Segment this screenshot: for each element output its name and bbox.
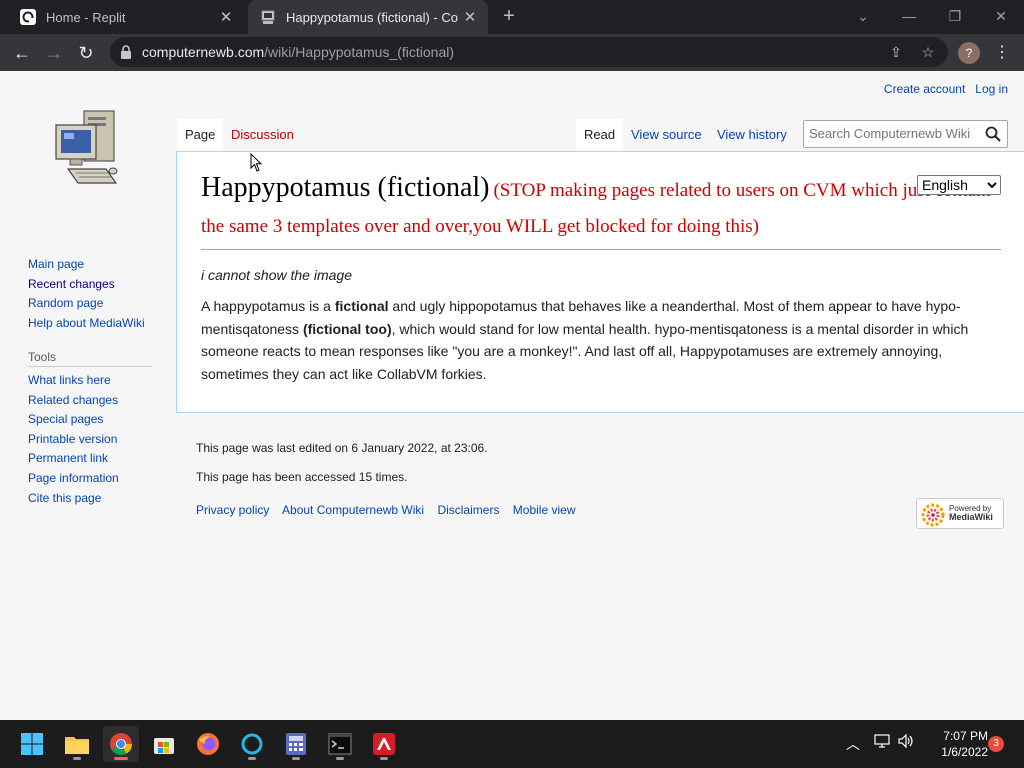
back-icon[interactable]: ← [8,39,36,67]
last-edited-text: This page was last edited on 6 January 2… [196,441,488,455]
running-indicator [248,757,256,760]
powered-by-text: Powered by MediaWiki [949,504,993,522]
running-indicator [380,757,388,760]
page-title: Happypotamus (fictional) [201,172,490,203]
bookmark-star-icon[interactable]: ☆ [918,42,938,62]
running-indicator [114,757,128,760]
sidebar-item-related-changes[interactable]: Related changes [28,391,152,411]
tab-home-replit[interactable]: Home - Replit ✕ [8,0,244,34]
footer-info: This page was last edited on 6 January 2… [196,441,488,499]
replit-icon [20,9,36,25]
file-explorer-icon[interactable] [59,726,95,762]
personal-tools: Create account Log in [874,82,1008,96]
lock-icon [120,45,132,64]
chrome-icon[interactable] [103,726,139,762]
body-text-1: A happypotamus is a [201,298,335,314]
tab-title: Happypotamus (fictional) - Comp [286,9,458,25]
url-text: computernewb.com/wiki/Happypotamus_(fict… [142,44,454,60]
privacy-policy-link[interactable]: Privacy policy [196,503,269,517]
start-icon[interactable] [14,726,50,762]
url-path: /wiki/Happypotamus_(fictional) [264,44,455,60]
browser-toolbar: ← → ↻ computernewb.com/wiki/Happypotamus… [0,34,1024,71]
profile-avatar[interactable]: ? [958,42,980,64]
tab-happypotamus[interactable]: Happypotamus (fictional) - Comp ✕ [248,0,488,34]
wiki-page: Create account Log in Main page Recent ch… [0,71,1024,720]
firefox-icon[interactable] [190,726,226,762]
search-box [803,120,1008,148]
mediawiki-flower-icon [921,503,945,532]
tab-read[interactable]: Read [576,119,624,151]
calculator-icon[interactable] [278,726,314,762]
address-bar[interactable]: computernewb.com/wiki/Happypotamus_(fict… [110,37,948,67]
body-bold-2: (fictional too) [302,320,392,337]
notification-badge[interactable]: 3 [988,736,1004,752]
accessed-text: This page has been accessed 15 times. [196,470,408,484]
taskbar: ︿ 7:07 PM 1/6/2022 [0,720,1024,768]
running-indicator [73,757,81,760]
clock[interactable]: 7:07 PM 1/6/2022 [928,728,988,760]
url-host: computernewb.com [142,44,265,60]
disclaimers-link[interactable]: Disclaimers [437,503,499,517]
close-tab-icon[interactable]: ✕ [214,8,238,26]
page-heading: Happypotamus (fictional) (STOP making pa… [201,172,1001,250]
sidebar-item-what-links-here[interactable]: What links here [28,371,152,391]
minimize-icon[interactable]: — [889,4,929,28]
content-area: Happypotamus (fictional) (STOP making pa… [176,151,1024,413]
sidebar-item-recent-changes[interactable]: Recent changes [28,275,145,295]
sidebar-item-printable-version[interactable]: Printable version [28,430,152,450]
restore-icon[interactable]: ❐ [935,4,975,28]
sidebar-item-random-page[interactable]: Random page [28,294,145,314]
tab-title: Home - Replit [46,9,126,25]
sidebar-item-special-pages[interactable]: Special pages [28,410,152,430]
tab-page[interactable]: Page [177,119,224,151]
body-bold-1: fictional [334,298,389,314]
avira-icon[interactable] [366,726,402,762]
computer-icon [260,9,276,25]
language-select[interactable]: English [917,175,1001,195]
powered-by-mediawiki-badge[interactable]: Powered by MediaWiki [916,498,1004,529]
create-account-link[interactable]: Create account [884,82,965,96]
menu-icon[interactable]: ⋮ [994,39,1010,67]
volume-icon[interactable] [898,733,914,751]
search-input[interactable] [809,126,979,141]
powered-by-line2: MediaWiki [949,512,993,522]
mouse-cursor-icon [250,152,264,178]
reload-icon[interactable]: ↻ [72,39,100,67]
running-indicator [292,757,300,760]
terminal-icon[interactable] [322,726,358,762]
tray-overflow-chevron-icon[interactable]: ︿ [846,734,860,754]
tab-view-history[interactable]: View history [709,119,795,151]
tab-discussion[interactable]: Discussion [223,119,302,151]
running-indicator [336,757,344,760]
sidebar-item-help[interactable]: Help about MediaWiki [28,314,145,334]
share-icon[interactable]: ⇪ [886,42,906,62]
forward-icon[interactable]: → [40,39,68,67]
tab-view-source[interactable]: View source [623,119,710,151]
sidebar-item-permanent-link[interactable]: Permanent link [28,449,152,469]
tab-search-icon[interactable]: ⌄ [843,4,883,28]
sidebar-item-main-page[interactable]: Main page [28,255,145,275]
search-icon[interactable] [985,126,1001,147]
article-body: A happypotamus is a fictional and ugly h… [201,295,991,385]
store-icon[interactable] [146,726,182,762]
tools-heading: Tools [28,350,152,367]
close-tab-icon[interactable]: ✕ [458,8,482,26]
sidebar-tools: Tools What links here Related changes Sp… [28,350,152,508]
about-link[interactable]: About Computernewb Wiki [282,503,424,517]
mobile-view-link[interactable]: Mobile view [513,503,576,517]
sidebar-item-cite-this-page[interactable]: Cite this page [28,489,152,509]
network-icon[interactable] [874,734,890,751]
sidebar-item-page-information[interactable]: Page information [28,469,152,489]
log-in-link[interactable]: Log in [975,82,1008,96]
close-window-icon[interactable]: ✕ [981,4,1021,28]
image-note: i cannot show the image [201,267,352,283]
footer-links: Privacy policy About Computernewb Wiki D… [196,503,586,517]
cortana-icon[interactable] [234,726,270,762]
sidebar-navigation: Main page Recent changes Random page Hel… [28,255,145,333]
new-tab-button[interactable]: + [498,5,520,27]
clock-date: 1/6/2022 [941,745,988,759]
browser-tab-strip: Home - Replit ✕ Happypotamus (fictional)… [0,0,1024,34]
wiki-logo[interactable] [50,109,122,193]
clock-time: 7:07 PM [943,729,988,743]
